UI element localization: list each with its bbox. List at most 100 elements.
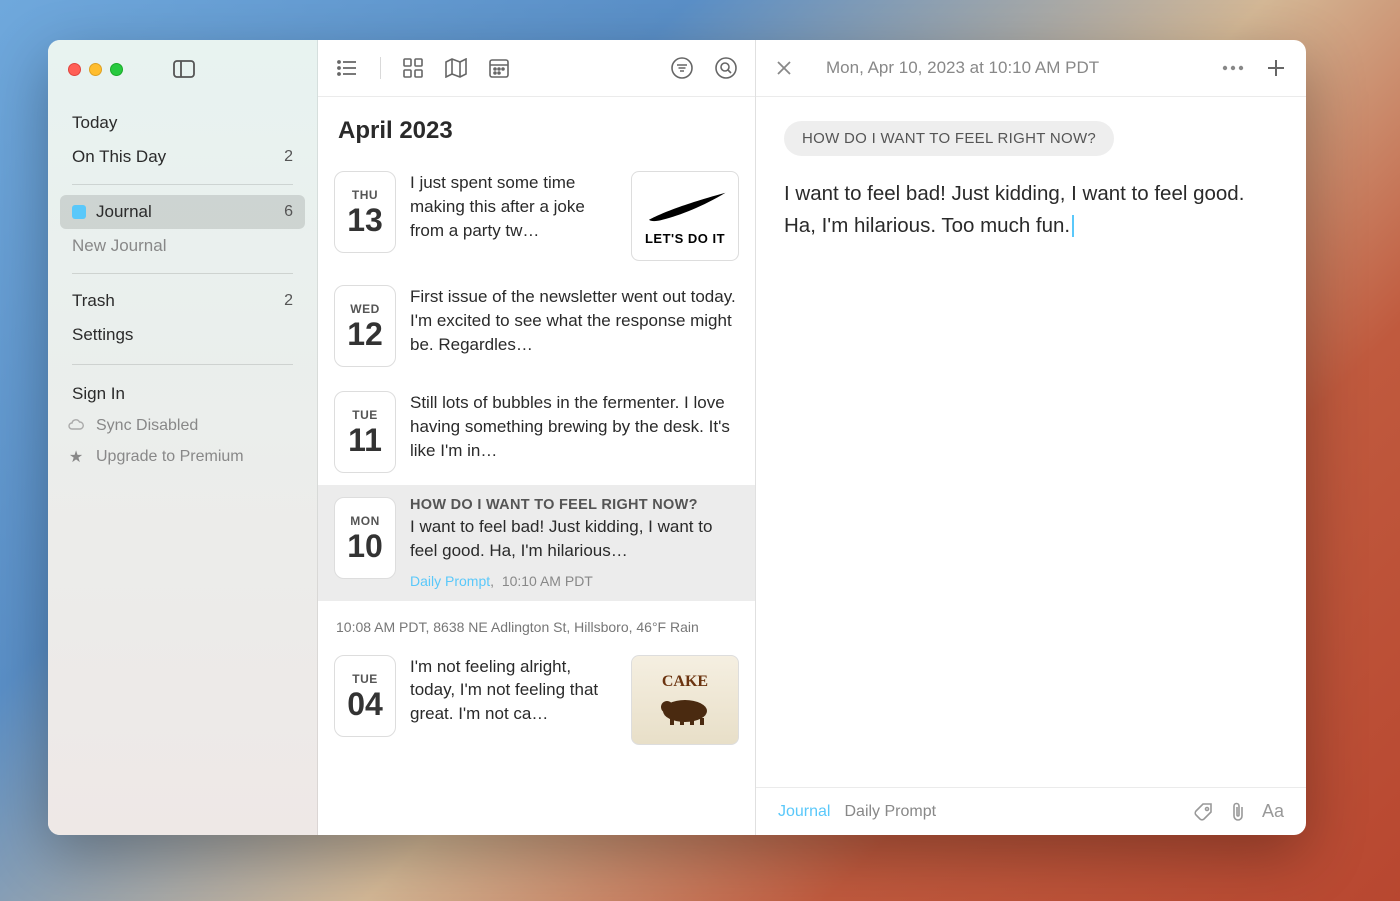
date-dow: MON bbox=[350, 514, 380, 528]
entry-body: HOW DO I WANT TO FEEL RIGHT NOW? I want … bbox=[410, 497, 739, 589]
date-dow: WED bbox=[350, 302, 380, 316]
new-entry-icon[interactable] bbox=[1266, 58, 1286, 78]
entry-meta: Daily Prompt, 10:10 AM PDT bbox=[410, 573, 739, 589]
date-tile: MON 10 bbox=[334, 497, 396, 579]
sidebar-item-label: Sign In bbox=[72, 384, 125, 404]
entry-row[interactable]: TUE 11 Still lots of bubbles in the ferm… bbox=[318, 379, 755, 485]
list-view-icon[interactable] bbox=[336, 59, 358, 77]
sidebar-item-settings[interactable]: Settings bbox=[60, 318, 305, 352]
sidebar-item-label: Settings bbox=[72, 325, 133, 345]
window-controls bbox=[48, 56, 317, 78]
grid-view-icon[interactable] bbox=[403, 58, 423, 78]
date-dow: TUE bbox=[352, 672, 378, 686]
sidebar-separator bbox=[72, 364, 293, 365]
date-tile: WED 12 bbox=[334, 285, 396, 367]
detail-toolbar: Mon, Apr 10, 2023 at 10:10 AM PDT bbox=[756, 40, 1306, 97]
cloud-icon bbox=[68, 419, 84, 433]
entry-detail-column: Mon, Apr 10, 2023 at 10:10 AM PDT HOW DO… bbox=[756, 40, 1306, 835]
text-format-icon[interactable]: Aa bbox=[1262, 801, 1284, 822]
sidebar-item-label: On This Day bbox=[72, 147, 166, 167]
entry-content[interactable]: I want to feel bad! Just kidding, I want… bbox=[784, 178, 1278, 242]
toolbar-separator bbox=[380, 57, 381, 79]
entry-detail-body[interactable]: HOW DO I WANT TO FEEL RIGHT NOW? I want … bbox=[756, 97, 1306, 787]
date-num: 04 bbox=[347, 688, 383, 720]
close-icon[interactable] bbox=[776, 60, 792, 76]
date-num: 12 bbox=[347, 318, 383, 350]
entry-row[interactable]: WED 12 First issue of the newsletter wen… bbox=[318, 273, 755, 379]
journal-color-dot bbox=[72, 205, 86, 219]
text-cursor bbox=[1072, 215, 1074, 237]
entry-text: I just spent some time making this after… bbox=[410, 171, 617, 242]
date-dow: TUE bbox=[352, 408, 378, 422]
entry-body: Still lots of bubbles in the fermenter. … bbox=[410, 391, 739, 462]
sidebar-separator bbox=[72, 273, 293, 274]
prompt-pill[interactable]: HOW DO I WANT TO FEEL RIGHT NOW? bbox=[784, 121, 1114, 156]
sidebar-item-trash[interactable]: Trash 2 bbox=[60, 284, 305, 318]
sidebar-item-count: 2 bbox=[284, 148, 293, 166]
minimize-window-button[interactable] bbox=[89, 63, 102, 76]
thumb-caption: CAKE bbox=[662, 673, 708, 691]
sidebar-item-count: 2 bbox=[284, 292, 293, 310]
date-tile: TUE 11 bbox=[334, 391, 396, 473]
footer-journal-link[interactable]: Journal bbox=[778, 803, 830, 821]
sidebar: Today On This Day 2 Journal 6 New Journa… bbox=[48, 40, 318, 835]
date-num: 11 bbox=[348, 424, 382, 456]
entry-meta-prompt-link[interactable]: Daily Prompt bbox=[410, 573, 490, 589]
entry-row[interactable]: THU 13 I just spent some time making thi… bbox=[318, 159, 755, 273]
sidebar-upgrade[interactable]: ★ Upgrade to Premium bbox=[48, 441, 317, 473]
entry-prompt-title: HOW DO I WANT TO FEEL RIGHT NOW? bbox=[410, 497, 739, 513]
more-icon[interactable] bbox=[1222, 65, 1244, 71]
sidebar-item-new-journal[interactable]: New Journal bbox=[60, 229, 305, 263]
sidebar-item-today[interactable]: Today bbox=[60, 106, 305, 140]
sidebar-item-on-this-day[interactable]: On This Day 2 bbox=[60, 140, 305, 174]
entry-list-column: April 2023 THU 13 I just spent some time… bbox=[318, 40, 756, 835]
sidebar-item-journal[interactable]: Journal 6 bbox=[60, 195, 305, 229]
sidebar-toggle-icon[interactable] bbox=[173, 60, 195, 78]
entry-text: Still lots of bubbles in the fermenter. … bbox=[410, 391, 739, 462]
entry-body: I'm not feeling alright, today, I'm not … bbox=[410, 655, 617, 726]
entry-thumbnail: CAKE bbox=[631, 655, 739, 745]
entry-thumbnail: LET'S DO IT bbox=[631, 171, 739, 261]
tag-icon[interactable] bbox=[1194, 802, 1214, 822]
calendar-view-icon[interactable] bbox=[489, 58, 509, 78]
entry-text: I'm not feeling alright, today, I'm not … bbox=[410, 655, 617, 726]
entry-list[interactable]: THU 13 I just spent some time making thi… bbox=[318, 159, 755, 835]
sidebar-item-label: Trash bbox=[72, 291, 115, 311]
entry-timestamp[interactable]: Mon, Apr 10, 2023 at 10:10 AM PDT bbox=[826, 58, 1200, 78]
entry-list-toolbar bbox=[318, 40, 755, 97]
app-window: Today On This Day 2 Journal 6 New Journa… bbox=[48, 40, 1306, 835]
entry-context-line: 10:08 AM PDT, 8638 NE Adlington St, Hill… bbox=[318, 601, 755, 643]
sync-status-label: Sync Disabled bbox=[96, 417, 198, 435]
date-tile: TUE 04 bbox=[334, 655, 396, 737]
entry-row-selected[interactable]: MON 10 HOW DO I WANT TO FEEL RIGHT NOW? … bbox=[318, 485, 755, 601]
detail-footer: Journal Daily Prompt Aa bbox=[756, 787, 1306, 835]
upgrade-label: Upgrade to Premium bbox=[96, 448, 244, 466]
date-num: 13 bbox=[347, 204, 383, 236]
sidebar-item-label: New Journal bbox=[72, 236, 167, 256]
attachment-icon[interactable] bbox=[1228, 801, 1248, 823]
entry-meta-time: 10:10 AM PDT bbox=[502, 573, 593, 589]
sidebar-item-label: Journal bbox=[96, 202, 152, 222]
pig-icon bbox=[655, 691, 715, 726]
search-icon[interactable] bbox=[715, 57, 737, 79]
map-view-icon[interactable] bbox=[445, 58, 467, 78]
star-icon: ★ bbox=[68, 447, 84, 467]
date-dow: THU bbox=[352, 188, 378, 202]
sidebar-sync-status[interactable]: Sync Disabled bbox=[48, 411, 317, 441]
entry-text: I want to feel bad! Just kidding, I want… bbox=[410, 515, 739, 563]
close-window-button[interactable] bbox=[68, 63, 81, 76]
month-header: April 2023 bbox=[318, 97, 755, 159]
maximize-window-button[interactable] bbox=[110, 63, 123, 76]
entry-body: First issue of the newsletter went out t… bbox=[410, 285, 739, 356]
sidebar-item-label: Today bbox=[72, 113, 117, 133]
sidebar-separator bbox=[72, 184, 293, 185]
date-num: 10 bbox=[347, 530, 383, 562]
nike-swoosh-icon bbox=[640, 186, 730, 231]
footer-prompt-label[interactable]: Daily Prompt bbox=[844, 803, 936, 821]
sidebar-item-count: 6 bbox=[284, 203, 293, 221]
thumb-caption: LET'S DO IT bbox=[645, 231, 725, 246]
entry-row[interactable]: TUE 04 I'm not feeling alright, today, I… bbox=[318, 643, 755, 757]
filter-icon[interactable] bbox=[671, 57, 693, 79]
sidebar-item-sign-in[interactable]: Sign In bbox=[60, 377, 305, 411]
date-tile: THU 13 bbox=[334, 171, 396, 253]
